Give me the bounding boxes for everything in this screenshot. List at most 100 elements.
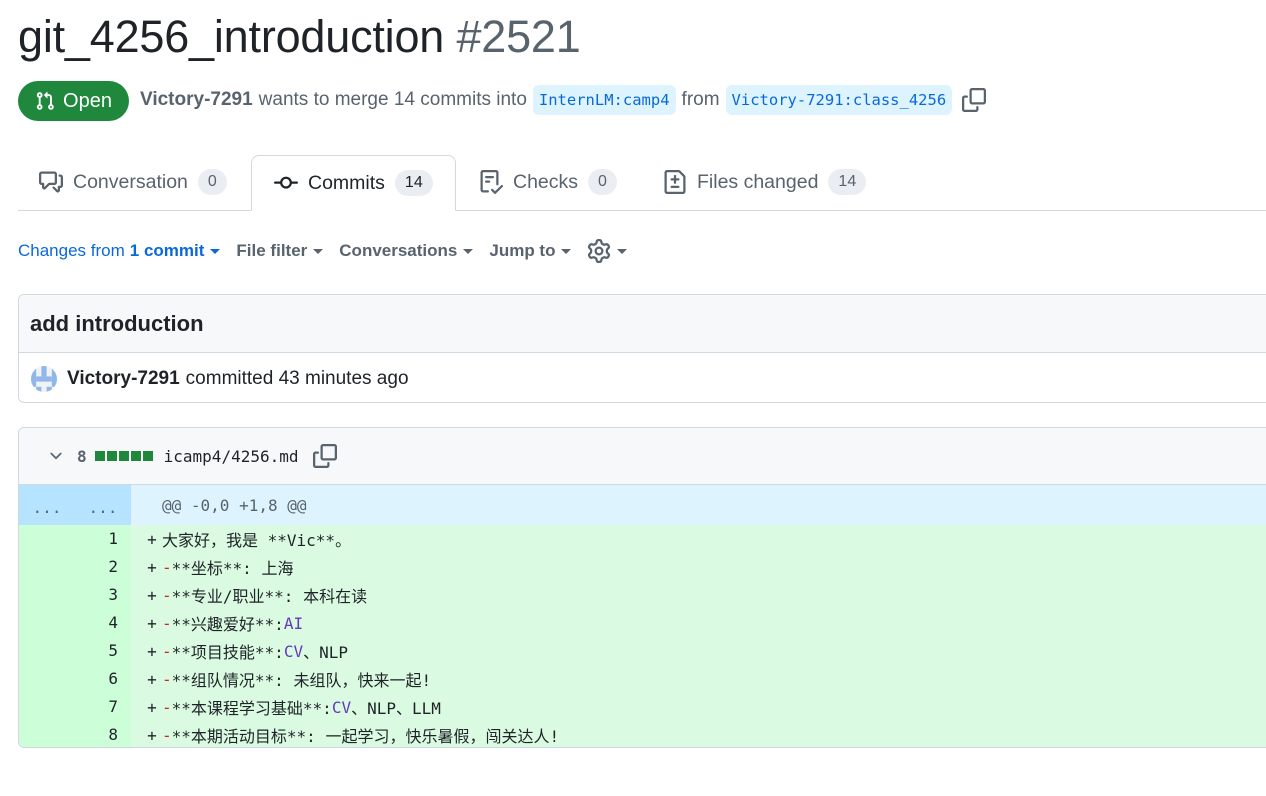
line-text: **本课程学习基础**: bbox=[171, 699, 332, 718]
line-text: **坐标**: 上海 bbox=[171, 559, 294, 578]
line-keyword: CV bbox=[283, 641, 304, 661]
additions-count: 8 bbox=[77, 446, 87, 466]
copy-icon bbox=[962, 88, 987, 112]
diff-line: 4 + - **兴趣爱好**: AI bbox=[19, 609, 1266, 637]
line-text: **本期活动目标**: 一起学习，快乐暑假，闯关达人! bbox=[171, 727, 560, 746]
commit-author-row: Victory-7291 committed 43 minutes ago bbox=[19, 353, 1266, 402]
file-path-link[interactable]: icamp4/4256.md bbox=[164, 447, 299, 466]
new-line-number[interactable]: 2 bbox=[73, 553, 131, 581]
diffstat-block bbox=[106, 451, 117, 461]
pr-meta: Victory-7291 wants to merge 14 commits i… bbox=[140, 83, 987, 117]
tab-commits[interactable]: Commits 14 bbox=[251, 155, 456, 211]
copy-path-button[interactable] bbox=[312, 444, 337, 468]
tab-checks-label: Checks bbox=[513, 170, 579, 193]
list-dash: - bbox=[162, 697, 172, 717]
pr-author-link[interactable]: Victory-7291 bbox=[140, 89, 253, 111]
tab-checks-count: 0 bbox=[588, 169, 617, 195]
new-line-number[interactable]: 8 bbox=[73, 721, 131, 747]
file-diff: 8 icamp4/4256.md ... ... @@ -0,0 +1,8 @@… bbox=[18, 427, 1266, 748]
old-line-number[interactable] bbox=[19, 637, 73, 665]
conversations-dropdown[interactable]: Conversations bbox=[339, 241, 474, 261]
commit-message: add introduction bbox=[19, 295, 1266, 353]
diff-line: 3 + - **专业/职业**: 本科在读 bbox=[19, 581, 1266, 609]
tab-conversation[interactable]: Conversation 0 bbox=[39, 155, 227, 209]
line-text: **兴趣爱好**: bbox=[171, 615, 284, 634]
git-commit-icon bbox=[274, 176, 298, 189]
new-line-number[interactable]: 6 bbox=[73, 665, 131, 693]
state-label: Open bbox=[63, 89, 112, 112]
diff-marker: + bbox=[147, 557, 157, 577]
diff-line: 2 + - **坐标**: 上海 bbox=[19, 553, 1266, 581]
file-filter-label: File filter bbox=[236, 241, 308, 260]
diff-marker: + bbox=[147, 641, 157, 661]
file-filter-dropdown[interactable]: File filter bbox=[236, 241, 324, 261]
chevron-down-icon[interactable] bbox=[47, 447, 65, 465]
merge-text: wants to merge 14 commits into bbox=[258, 89, 527, 110]
avatar[interactable] bbox=[31, 365, 57, 392]
commit-meta: committed 43 minutes ago bbox=[185, 367, 409, 389]
diff-toolbar: Changes from 1 commit File filter Conver… bbox=[18, 236, 643, 266]
file-diff-icon bbox=[664, 170, 686, 194]
head-branch[interactable]: Victory-7291:class_4256 bbox=[725, 85, 953, 115]
diff-marker: + bbox=[147, 585, 157, 605]
changes-from-dropdown[interactable]: Changes from 1 commit bbox=[18, 241, 221, 261]
line-text-tail: 、NLP、LLM bbox=[351, 699, 441, 718]
line-text: **组队情况**: 未组队，快来一起! bbox=[171, 671, 432, 690]
line-text: **专业/职业**: 本科在读 bbox=[171, 587, 368, 606]
hunk-header: ... ... @@ -0,0 +1,8 @@ bbox=[19, 485, 1266, 525]
diff-line: 1 + 大家好，我是 **Vic**。 bbox=[19, 525, 1266, 553]
diff-marker: + bbox=[147, 697, 157, 717]
old-line-number[interactable] bbox=[19, 553, 73, 581]
changes-value: 1 commit bbox=[129, 241, 205, 260]
commit-author-link[interactable]: Victory-7291 bbox=[67, 368, 180, 390]
old-line-number[interactable] bbox=[19, 525, 73, 553]
tab-files-changed[interactable]: Files changed 14 bbox=[663, 155, 867, 209]
diff-marker: + bbox=[147, 669, 157, 689]
old-line-number[interactable] bbox=[19, 693, 73, 721]
tab-conversation-count: 0 bbox=[197, 169, 227, 195]
new-line-number[interactable]: 3 bbox=[73, 581, 131, 609]
tab-commits-count: 14 bbox=[394, 170, 433, 196]
new-line-number[interactable]: 4 bbox=[73, 609, 131, 637]
line-keyword: CV bbox=[331, 697, 352, 717]
tab-checks[interactable]: Checks 0 bbox=[479, 155, 617, 209]
copy-branch-button[interactable] bbox=[962, 88, 987, 112]
line-keyword: AI bbox=[283, 613, 304, 633]
commit-box: add introduction Victory-7291 committed … bbox=[18, 294, 1266, 403]
new-line-number[interactable]: 5 bbox=[73, 637, 131, 665]
caret-down-icon bbox=[617, 248, 628, 254]
new-line-number[interactable]: 1 bbox=[73, 525, 131, 553]
diffstat-block bbox=[118, 451, 129, 461]
old-line-number[interactable] bbox=[19, 721, 73, 747]
caret-down-icon bbox=[210, 248, 221, 254]
old-line-number[interactable] bbox=[19, 665, 73, 693]
from-text: from bbox=[681, 89, 720, 110]
tab-conversation-label: Conversation bbox=[73, 170, 188, 193]
list-dash: - bbox=[162, 669, 172, 689]
old-line-number[interactable] bbox=[19, 609, 73, 637]
diff-line: 7 + - **本课程学习基础**: CV 、NLP、LLM bbox=[19, 693, 1266, 721]
caret-down-icon bbox=[463, 248, 474, 254]
diff-line: 6 + - **组队情况**: 未组队，快来一起! bbox=[19, 665, 1266, 693]
list-dash: - bbox=[162, 557, 172, 577]
diff-settings-button[interactable] bbox=[587, 239, 628, 263]
diffstat-bar bbox=[94, 451, 153, 461]
file-header: 8 icamp4/4256.md bbox=[19, 428, 1266, 485]
identicon-icon bbox=[31, 365, 57, 392]
list-dash: - bbox=[162, 613, 172, 633]
expand-dots: ... bbox=[88, 497, 118, 517]
caret-down-icon bbox=[313, 248, 324, 254]
copy-icon bbox=[312, 444, 337, 468]
open-state-badge[interactable]: Open bbox=[18, 81, 129, 121]
tab-commits-label: Commits bbox=[308, 171, 385, 194]
jump-to-dropdown[interactable]: Jump to bbox=[489, 241, 572, 261]
line-text: **项目技能**: bbox=[171, 643, 284, 662]
caret-down-icon bbox=[561, 248, 572, 254]
hunk-range: @@ -0,0 +1,8 @@ bbox=[162, 495, 307, 515]
new-line-number[interactable]: 7 bbox=[73, 693, 131, 721]
tab-files-changed-count: 14 bbox=[828, 169, 867, 195]
expand-hunk-button[interactable]: ... ... bbox=[19, 485, 131, 525]
pr-title-text: git_4256_introduction bbox=[18, 11, 445, 62]
old-line-number[interactable] bbox=[19, 581, 73, 609]
base-branch[interactable]: InternLM:camp4 bbox=[532, 85, 676, 115]
